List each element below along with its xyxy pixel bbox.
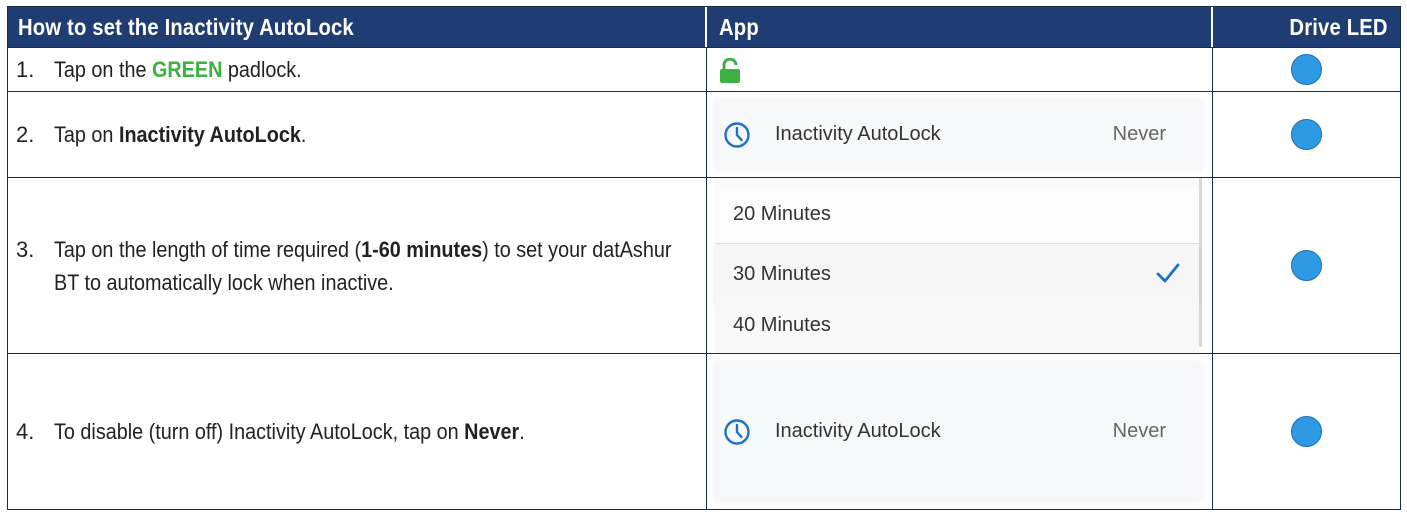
clock-icon [724,121,750,148]
led-indicator-icon [1291,250,1322,281]
duration-options-list: 20 Minutes 30 Minutes 40 Minutes [715,178,1202,354]
checkmark-icon [1156,263,1180,283]
step-4-app: Inactivity AutoLock Never [707,353,1213,509]
step-3-instruction: 3. Tap on the length of time required (1… [8,177,707,353]
led-indicator-icon [1291,119,1322,150]
setting-label: Inactivity AutoLock [775,123,941,145]
led-indicator-icon [1291,54,1322,85]
step-4-instruction: 4. To disable (turn off) Inactivity Auto… [8,353,707,509]
step-1-led [1213,47,1400,91]
step-number: 4. [16,419,35,444]
bold-keyword: 1-60 minutes [361,236,483,262]
header-instructions: How to set the Inactivity AutoLock [8,7,707,47]
instructions-table: How to set the Inactivity AutoLock App D… [7,6,1401,510]
step-1-instruction: 1. Tap on the GREEN padlock. [8,47,707,91]
step-number: 2. [16,122,35,147]
setting-value: Never [1112,123,1166,145]
step-number: 1. [16,57,35,82]
step-2-app: Inactivity AutoLock Never [707,91,1213,177]
led-indicator-icon [1291,416,1322,447]
setting-value: Never [1112,420,1166,442]
setting-label: Inactivity AutoLock [775,420,941,442]
bold-keyword: Never [464,419,520,444]
header-drive-led: Drive LED [1213,7,1400,47]
step-3-app: 20 Minutes 30 Minutes 40 Minutes [707,177,1213,354]
step-number: 3. [16,236,35,262]
green-keyword: GREEN [151,57,223,82]
option-20-minutes[interactable]: 20 Minutes [715,186,1199,244]
clock-icon [724,418,750,445]
bold-keyword: Inactivity AutoLock [118,122,301,147]
inactivity-autolock-setting[interactable]: Inactivity AutoLock Never [715,100,1202,169]
step-3-led [1213,177,1400,353]
step-2-led [1213,91,1400,177]
step-1-app [707,47,1213,91]
padlock-open-icon[interactable] [719,58,741,84]
option-30-minutes[interactable]: 30 Minutes [715,245,1199,303]
option-40-minutes[interactable]: 40 Minutes [715,296,1199,354]
step-4-led [1213,353,1400,509]
step-2-instruction: 2. Tap on Inactivity AutoLock. [8,91,707,177]
header-app: App [707,7,1213,47]
inactivity-autolock-setting[interactable]: Inactivity AutoLock Never [715,362,1202,501]
